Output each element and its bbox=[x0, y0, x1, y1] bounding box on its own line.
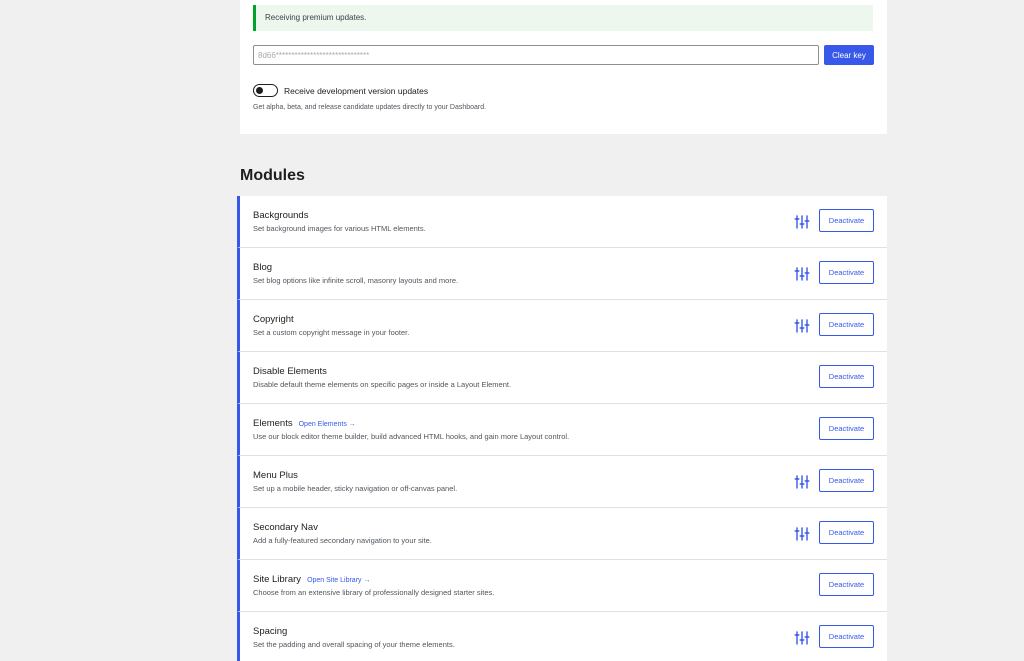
modules-heading: Modules bbox=[240, 167, 305, 184]
deactivate-button[interactable]: Deactivate bbox=[819, 209, 874, 232]
dev-updates-toggle[interactable] bbox=[253, 84, 278, 97]
module-name-container: Backgrounds bbox=[253, 210, 308, 221]
deactivate-button[interactable]: Deactivate bbox=[819, 365, 874, 388]
module-description: Set blog options like infinite scroll, m… bbox=[253, 276, 459, 285]
module-row: Spacing Set the padding and overall spaci… bbox=[237, 612, 887, 661]
module-list: Backgrounds Set background images for var… bbox=[237, 196, 887, 661]
module-name-container: Blog bbox=[253, 262, 272, 273]
deactivate-button[interactable]: Deactivate bbox=[819, 573, 874, 596]
settings-sliders-icon[interactable] bbox=[794, 630, 810, 646]
module-name: Spacing bbox=[253, 626, 288, 637]
module-name: Secondary Nav bbox=[253, 522, 318, 533]
premium-updates-notice: Receiving premium updates. bbox=[253, 5, 873, 31]
module-description: Set the padding and overall spacing of y… bbox=[253, 640, 455, 649]
module-name-container: Menu Plus bbox=[253, 470, 298, 481]
module-name-container: Disable Elements bbox=[253, 366, 327, 377]
module-row: Blog Set blog options like infinite scrol… bbox=[237, 248, 887, 300]
module-name-container: Copyright bbox=[253, 314, 294, 325]
module-open-link[interactable]: Open Elements → bbox=[299, 421, 356, 428]
module-description: Set a custom copyright message in your f… bbox=[253, 328, 410, 337]
module-description: Use our block editor theme builder, buil… bbox=[253, 432, 570, 441]
module-name-container: Spacing bbox=[253, 626, 287, 637]
toggle-knob bbox=[256, 86, 263, 94]
module-row: Backgrounds Set background images for var… bbox=[237, 196, 887, 248]
module-open-link[interactable]: Open Site Library → bbox=[307, 577, 370, 584]
module-row: Menu Plus Set up a mobile header, sticky … bbox=[237, 456, 887, 508]
settings-sliders-icon[interactable] bbox=[794, 214, 810, 230]
module-name: Menu Plus bbox=[253, 470, 298, 481]
dev-updates-help: Get alpha, beta, and release candidate u… bbox=[253, 104, 487, 111]
module-description: Add a fully-featured secondary navigatio… bbox=[253, 536, 432, 545]
module-name-container: Secondary Nav bbox=[253, 522, 318, 533]
dev-updates-label: Receive development version updates bbox=[284, 86, 429, 96]
license-key-input[interactable] bbox=[253, 45, 819, 65]
license-card: Receiving premium updates. Clear key Rec… bbox=[240, 0, 887, 134]
deactivate-button[interactable]: Deactivate bbox=[819, 261, 874, 284]
module-name: Blog bbox=[253, 262, 273, 273]
module-name: Elements bbox=[253, 418, 293, 429]
settings-sliders-icon[interactable] bbox=[794, 266, 810, 282]
deactivate-button[interactable]: Deactivate bbox=[819, 417, 874, 440]
settings-sliders-icon[interactable] bbox=[794, 318, 810, 334]
deactivate-button[interactable]: Deactivate bbox=[819, 625, 874, 648]
settings-sliders-icon[interactable] bbox=[794, 526, 810, 542]
module-row: Copyright Set a custom copyright message … bbox=[237, 300, 887, 352]
module-name: Disable Elements bbox=[253, 366, 327, 377]
deactivate-button[interactable]: Deactivate bbox=[819, 521, 874, 544]
module-row: Secondary Nav Add a fully-featured second… bbox=[237, 508, 887, 560]
module-row: Elements Open Elements → Use our block edi… bbox=[237, 404, 887, 456]
deactivate-button[interactable]: Deactivate bbox=[819, 469, 874, 492]
module-description: Choose from an extensive library of prof… bbox=[253, 588, 495, 597]
module-name: Backgrounds bbox=[253, 210, 309, 221]
module-name: Copyright bbox=[253, 314, 294, 325]
module-description: Disable default theme elements on specif… bbox=[253, 380, 512, 389]
settings-sliders-icon[interactable] bbox=[794, 474, 810, 490]
module-row: Site Library Open Site Library → Choose fr… bbox=[237, 560, 887, 612]
module-name-container: Elements Open Elements → bbox=[253, 418, 356, 429]
module-description: Set up a mobile header, sticky navigatio… bbox=[253, 484, 458, 493]
module-description: Set background images for various HTML e… bbox=[253, 224, 426, 233]
deactivate-button[interactable]: Deactivate bbox=[819, 313, 874, 336]
module-row: Disable Elements Disable default theme el… bbox=[237, 352, 887, 404]
module-name: Site Library bbox=[253, 574, 302, 585]
module-name-container: Site Library Open Site Library → bbox=[253, 574, 370, 585]
clear-key-button[interactable]: Clear key bbox=[824, 45, 874, 65]
